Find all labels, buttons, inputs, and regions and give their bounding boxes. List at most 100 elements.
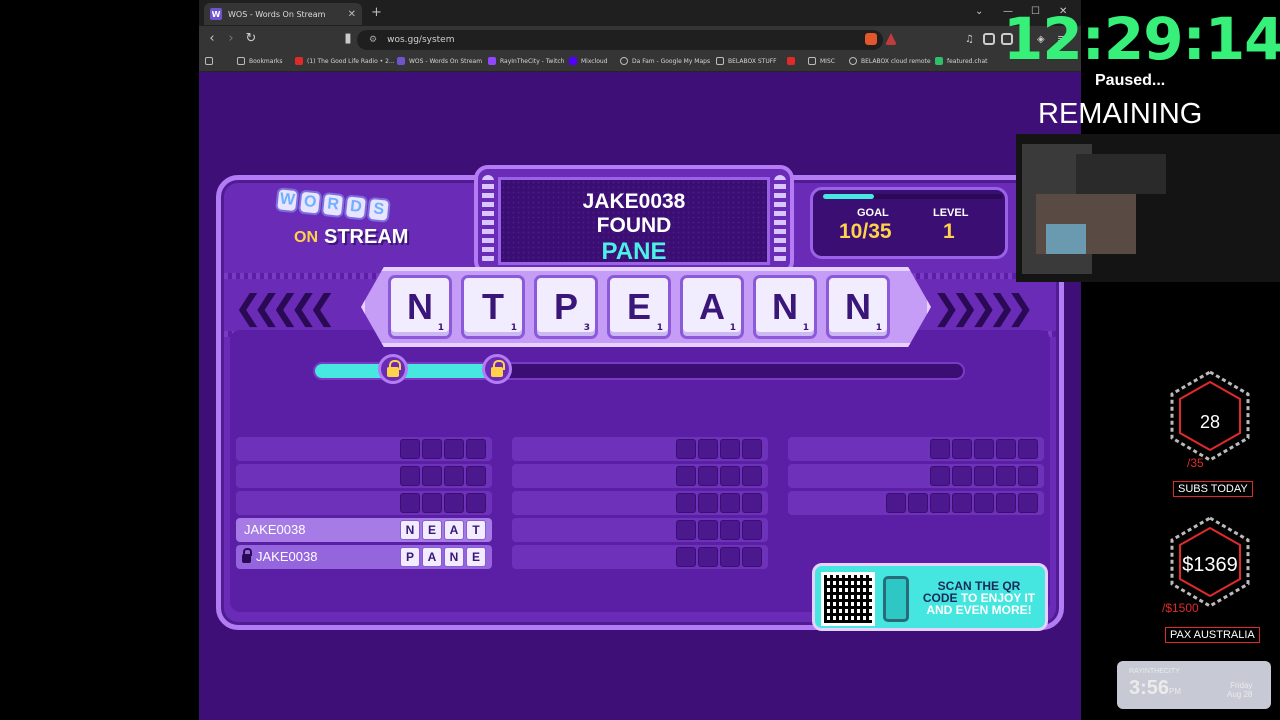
bookmark-item[interactable]: BELABOX STUFF: [716, 57, 777, 65]
qr-code[interactable]: [821, 572, 875, 626]
letter-square: [698, 439, 718, 459]
bookmark-icon[interactable]: ▮: [339, 31, 357, 46]
letter-square: [742, 547, 762, 567]
letter-square: [742, 439, 762, 459]
letter-square: [974, 466, 994, 486]
reload-icon[interactable]: ↻: [242, 31, 260, 46]
letter-square: [974, 439, 994, 459]
bookmark-label: (1) The Good Life Radio • 2...: [307, 57, 395, 65]
url-text: wos.gg/system: [387, 35, 455, 45]
widget-day: Friday: [1230, 681, 1253, 690]
site-info-icon[interactable]: ⚙: [369, 35, 377, 45]
bookmark-item[interactable]: featured.chat: [935, 57, 988, 65]
tab-wos[interactable]: W WOS - Words On Stream ✕: [204, 3, 362, 25]
word-slot: [512, 545, 768, 569]
letter-square: [400, 466, 420, 486]
letter-square: [444, 493, 464, 513]
rewards-icon[interactable]: [885, 33, 897, 45]
countdown-clock: 12:29:14: [1003, 5, 1280, 73]
lock-icon: [482, 354, 512, 384]
word-slot: [236, 491, 492, 515]
new-tab-icon[interactable]: +: [371, 5, 382, 20]
tab-strip: W WOS - Words On Stream ✕ + ⌄ — ☐ ✕: [199, 0, 1081, 26]
tile-value: 1: [802, 323, 809, 333]
bookmark-item[interactable]: MISC: [808, 57, 835, 65]
logo-letter: R: [320, 191, 346, 219]
tile-letter: E: [626, 286, 651, 327]
found-player: JAKE0038: [582, 190, 686, 213]
letter-square: [676, 439, 696, 459]
bookmark-item[interactable]: RayInTheCity - Twitch: [488, 57, 564, 65]
apps-icon[interactable]: [205, 57, 213, 65]
back-icon[interactable]: ‹: [203, 31, 221, 46]
letter-tile: T1: [461, 275, 525, 339]
logo-stream: STREAM: [324, 226, 409, 248]
letter-square: E: [466, 547, 486, 567]
letter-square: [930, 493, 950, 513]
url-box[interactable]: ⚙ wos.gg/system: [357, 30, 883, 50]
letter-square: A: [444, 520, 464, 540]
letter-tile: P3: [534, 275, 598, 339]
letter-square: [466, 466, 486, 486]
letter-square: [466, 493, 486, 513]
letter-tile: N1: [753, 275, 817, 339]
media-icon[interactable]: ♫: [965, 34, 977, 46]
marquee-screen: JAKE0038 FOUND PANE: [498, 177, 770, 265]
bookmark-item[interactable]: Mixcloud: [569, 57, 608, 65]
letter-square: [676, 493, 696, 513]
bookmark-item[interactable]: (1) The Good Life Radio • 2...: [295, 57, 395, 65]
letter-square: [742, 466, 762, 486]
letter-square: [930, 466, 950, 486]
logo-letter: S: [366, 196, 391, 223]
brave-shield-icon[interactable]: [865, 33, 877, 45]
tile-value: 1: [729, 323, 736, 333]
youtube-icon: [295, 57, 303, 65]
letter-tile: E1: [607, 275, 671, 339]
found-word: PANE: [601, 238, 667, 265]
bookmark-label: Da Fam - Google My Maps: [632, 57, 711, 65]
letter-square: [742, 520, 762, 540]
letter-square: [400, 493, 420, 513]
qr-panel[interactable]: SCAN THE QR CODE TO ENJOY IT AND EVEN MO…: [812, 563, 1048, 631]
word-slot: [512, 437, 768, 461]
sidebar-icon[interactable]: [983, 33, 995, 45]
word-slot: [512, 518, 768, 542]
chevron-down-icon[interactable]: ⌄: [975, 6, 983, 17]
bookmark-item[interactable]: WOS - Words On Stream: [397, 57, 482, 65]
youtube-icon[interactable]: [787, 57, 795, 65]
timer-bar: [313, 362, 965, 380]
globe-icon: [620, 57, 628, 65]
bookmark-item[interactable]: Da Fam - Google My Maps: [620, 57, 710, 65]
letter-square: P: [400, 547, 420, 567]
letter-tile: A1: [680, 275, 744, 339]
found-marquee: JAKE0038 FOUND PANE: [474, 165, 794, 275]
letter-square: [1018, 466, 1038, 486]
bookmark-item[interactable]: BELABOX cloud remote: [849, 57, 931, 65]
letter-tile: N1: [826, 275, 890, 339]
forward-icon[interactable]: ›: [222, 31, 240, 46]
subs-goal: /35: [1187, 456, 1204, 470]
close-tab-icon[interactable]: ✕: [348, 9, 356, 20]
wos-favicon-icon: W: [210, 8, 222, 20]
word-slot: JAKE0038 N E A T: [236, 518, 492, 542]
letter-square: [676, 466, 696, 486]
letter-square: N: [444, 547, 464, 567]
widget-ampm: PM: [1169, 687, 1182, 696]
found-label: FOUND: [596, 214, 672, 237]
word-slot: [236, 437, 492, 461]
letter-square: [930, 439, 950, 459]
qr-text-line: AND EVEN MORE!: [926, 603, 1032, 617]
word-slot: [236, 464, 492, 488]
pax-value: $1369: [1182, 554, 1238, 576]
letter-tiles: N1T1P3E1A1N1N1: [388, 275, 890, 339]
bookmark-label: BELABOX cloud remote: [861, 57, 931, 65]
game-board: WORDS ON STREAM JAKE0038 FOUND PANE GOAL…: [216, 165, 1064, 632]
letter-square: [996, 466, 1016, 486]
bookmark-item[interactable]: Bookmarks: [237, 57, 283, 65]
wos-icon: [397, 57, 405, 65]
letter-square: [1018, 439, 1038, 459]
level-value: 1: [943, 220, 955, 243]
widget-date-value: Aug 28: [1227, 690, 1253, 699]
letter-square: A: [422, 547, 442, 567]
letter-square: [698, 466, 718, 486]
